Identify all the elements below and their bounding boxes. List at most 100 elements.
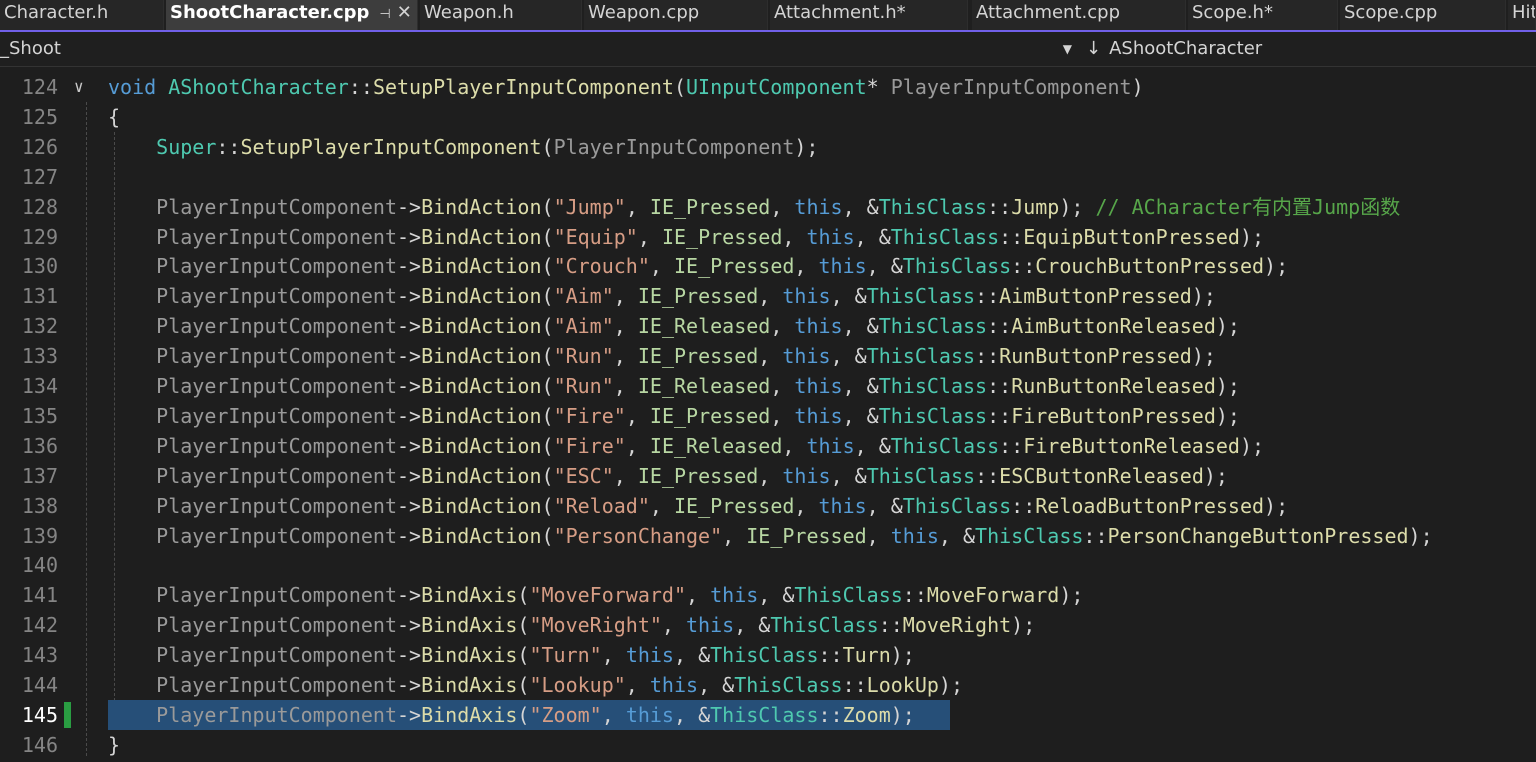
code-token: , & <box>830 344 867 369</box>
code-line[interactable]: 133 PlayerInputComponent->BindAction("Ru… <box>0 341 1536 371</box>
code-token: , <box>637 224 662 249</box>
code-line[interactable]: 144 PlayerInputComponent->BindAxis("Look… <box>0 670 1536 700</box>
code-line[interactable]: 143 PlayerInputComponent->BindAxis("Turn… <box>0 640 1536 670</box>
code-token: ( <box>541 374 554 398</box>
code-token: BindAction <box>421 284 542 309</box>
code-token: , & <box>938 523 976 548</box>
document-tab[interactable]: Scope.h* <box>1188 0 1338 30</box>
code-line[interactable]: 135 PlayerInputComponent->BindAction("Fi… <box>0 401 1536 431</box>
code-token: SetupPlayerInputComponent <box>372 75 674 99</box>
code-line[interactable]: 134 PlayerInputComponent->BindAction("Ru… <box>0 371 1536 401</box>
code-token: , & <box>866 493 903 518</box>
code-line[interactable]: 139 PlayerInputComponent->BindAction("Pe… <box>0 521 1536 551</box>
code-token: , <box>613 463 638 488</box>
navigation-bar: _Shoot ▼ ↓ AShootCharacter <box>0 32 1536 67</box>
document-tab[interactable]: Hit <box>1508 0 1536 30</box>
document-tab[interactable]: Attachment.h* <box>770 0 968 30</box>
code-line[interactable]: 126 Super::SetupPlayerInputComponent(Pla… <box>0 132 1536 162</box>
line-number: 124 <box>21 75 58 99</box>
code-line[interactable]: 138 PlayerInputComponent->BindAction("Re… <box>0 491 1536 521</box>
scope-dropdown[interactable]: _Shoot ▼ <box>0 38 1076 60</box>
code-line[interactable]: 127 <box>0 162 1536 192</box>
code-token: BindAxis <box>421 583 518 608</box>
code-line[interactable]: 128 PlayerInputComponent->BindAction("Ju… <box>0 192 1536 222</box>
document-tab[interactable]: Scope.cpp <box>1340 0 1506 30</box>
member-dropdown[interactable]: ↓ AShootCharacter <box>1086 38 1262 60</box>
code-line[interactable]: 131 PlayerInputComponent->BindAction("Ai… <box>0 281 1536 311</box>
code-token: this <box>818 254 867 279</box>
document-tab[interactable]: Weapon.h <box>420 0 582 30</box>
code-token: "Reload" <box>553 493 650 518</box>
code-line[interactable]: 142 PlayerInputComponent->BindAxis("Move… <box>0 610 1536 640</box>
code-token: "MoveForward" <box>529 583 687 608</box>
code-token: "Fire" <box>553 433 626 458</box>
code-token: RunButtonPressed <box>999 344 1192 369</box>
line-number: 127 <box>21 164 58 189</box>
line-number: 134 <box>21 374 58 398</box>
line-number: 132 <box>21 314 58 339</box>
code-token: ); <box>1264 254 1289 279</box>
document-tab-label: Hit <box>1512 2 1536 23</box>
code-token: ); <box>794 134 819 159</box>
member-dropdown-value: AShootCharacter <box>1109 38 1263 59</box>
code-line[interactable]: 141 PlayerInputComponent->BindAxis("Move… <box>0 580 1536 610</box>
code-line[interactable]: 130 PlayerInputComponent->BindAction("Cr… <box>0 251 1536 281</box>
code-token: -> <box>397 523 422 548</box>
code-text: PlayerInputComponent->BindAction("Reload… <box>108 491 1288 521</box>
code-token: ); <box>1239 433 1265 458</box>
document-tab[interactable]: Weapon.cpp <box>584 0 768 30</box>
code-line[interactable]: 125 { <box>0 102 1536 132</box>
code-token: this <box>710 583 759 608</box>
document-tab[interactable]: ShootCharacter.cpp ⊣ ✕ <box>166 0 418 30</box>
code-text: PlayerInputComponent->BindAxis("Turn", t… <box>108 640 915 670</box>
line-number: 125 <box>21 104 58 129</box>
code-token: , & <box>673 643 711 668</box>
code-token: this <box>794 194 843 219</box>
chevron-down-icon[interactable]: ▼ <box>1063 38 1072 60</box>
code-token: PlayerInputComponent <box>156 374 397 398</box>
fold-chevron-icon[interactable]: ∨ <box>74 72 94 102</box>
code-token: BindAxis <box>421 643 518 668</box>
code-line[interactable]: 124 ∨ void AShootCharacter::SetupPlayerInp… <box>0 72 1536 102</box>
code-line[interactable]: 136 PlayerInputComponent->BindAction("Fi… <box>0 431 1536 461</box>
code-token: ThisClass <box>890 224 1000 249</box>
code-token: , & <box>842 194 879 219</box>
code-token: IE_Released <box>637 374 771 398</box>
close-icon[interactable]: ✕ <box>397 2 412 23</box>
code-line[interactable]: 146} <box>0 730 1536 760</box>
code-line[interactable]: 145 PlayerInputComponent->BindAxis("Zoom… <box>0 699 1536 730</box>
code-token: PlayerInputComponent <box>156 583 397 608</box>
code-token: this <box>806 433 855 458</box>
code-token: ThisClass <box>866 284 976 309</box>
code-token: ( <box>541 463 554 488</box>
code-token: ThisClass <box>890 433 1000 458</box>
code-token: BindAxis <box>421 702 518 727</box>
code-line[interactable]: 140 <box>0 550 1536 580</box>
pin-icon[interactable]: ⊣ <box>379 7 390 22</box>
code-token: ); <box>1408 523 1433 548</box>
code-token: "Zoom" <box>529 702 602 727</box>
code-token: ); <box>1215 314 1240 339</box>
code-token: , <box>794 493 819 518</box>
code-token: , & <box>673 702 711 727</box>
code-token: PlayerInputComponent <box>156 284 397 309</box>
code-token: EquipButtonPressed <box>1023 224 1240 249</box>
document-tab[interactable]: Attachment.cpp <box>972 0 1186 30</box>
code-token: AimButtonPressed <box>999 284 1192 309</box>
code-token: ( <box>541 194 554 219</box>
code-token: Zoom <box>842 702 891 727</box>
code-token: RunButtonReleased <box>1011 374 1216 398</box>
code-token: ); <box>1191 344 1216 369</box>
code-token: this <box>782 284 831 309</box>
code-line[interactable]: 137 PlayerInputComponent->BindAction("ES… <box>0 461 1536 491</box>
code-token: ThisClass <box>902 493 1012 518</box>
code-token: ( <box>541 284 554 309</box>
document-tab[interactable]: Character.h <box>0 0 164 30</box>
code-token: , <box>758 463 783 488</box>
code-line[interactable]: 132 PlayerInputComponent->BindAction("Ai… <box>0 311 1536 341</box>
code-line[interactable]: 129 PlayerInputComponent->BindAction("Eq… <box>0 222 1536 252</box>
code-editor[interactable]: 124 ∨ void AShootCharacter::SetupPlayerInp… <box>0 72 1536 762</box>
code-token: -> <box>397 344 422 369</box>
